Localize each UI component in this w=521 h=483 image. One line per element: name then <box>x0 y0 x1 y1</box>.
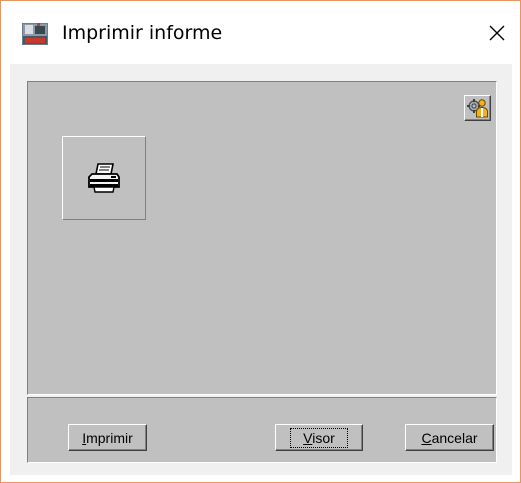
options-panel <box>27 81 497 395</box>
printer-setup-button[interactable] <box>464 95 491 121</box>
viewer-button-label: Visor <box>290 427 348 448</box>
cancel-button-label: Cancelar <box>421 429 478 446</box>
print-button[interactable]: Imprimir <box>68 424 147 451</box>
title-bar[interactable]: Imprimir informe <box>1 1 520 63</box>
dialog-client-area: Imprimir Visor Cancelar <box>10 64 512 475</box>
close-button[interactable] <box>474 11 520 55</box>
cancel-button[interactable]: Cancelar <box>405 424 494 451</box>
button-bar: Imprimir Visor Cancelar <box>27 397 497 463</box>
close-icon <box>489 25 505 41</box>
print-button-label: Imprimir <box>82 429 133 446</box>
printer-button[interactable] <box>62 136 146 220</box>
window-title: Imprimir informe <box>62 22 223 44</box>
viewer-button[interactable]: Visor <box>275 424 363 451</box>
print-report-dialog: Imprimir informe Imprimir Visor Cancelar <box>0 0 521 483</box>
nxp-report-icon <box>22 23 48 45</box>
